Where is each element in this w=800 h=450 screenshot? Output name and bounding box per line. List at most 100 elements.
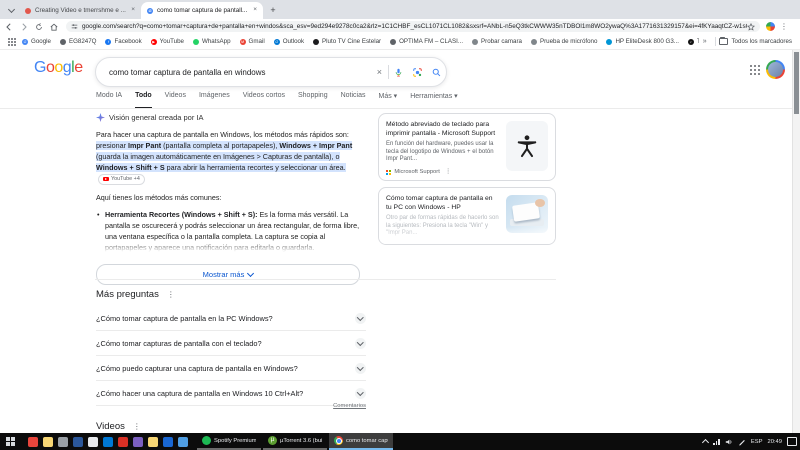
feedback-link[interactable]: Comentarios bbox=[96, 403, 366, 409]
pinned-app-icon[interactable] bbox=[178, 437, 188, 447]
search-input[interactable] bbox=[96, 68, 371, 77]
source-card[interactable]: Cómo tomar captura de pantalla en tu PC … bbox=[378, 187, 556, 245]
new-tab-button[interactable]: + bbox=[267, 4, 279, 16]
profile-avatar[interactable] bbox=[766, 60, 785, 79]
all-bookmarks-button[interactable]: Todos los marcadores bbox=[719, 38, 792, 45]
google-apps-icon[interactable] bbox=[750, 65, 760, 75]
bookmark-item[interactable]: OPTIMA FM – CLASI... bbox=[390, 38, 463, 45]
search-nav-tab[interactable]: Imágenes bbox=[199, 92, 230, 109]
page-scrollbar[interactable] bbox=[792, 50, 800, 433]
clear-icon[interactable]: × bbox=[371, 67, 388, 77]
volume-icon[interactable] bbox=[725, 438, 733, 446]
extension-icon[interactable] bbox=[766, 22, 775, 31]
pinned-app-icon[interactable] bbox=[43, 437, 53, 447]
bookmarks-overflow-icon[interactable]: » bbox=[699, 38, 711, 45]
bookmark-favicon: O bbox=[274, 39, 280, 45]
spotify-icon bbox=[202, 436, 211, 445]
bookmark-label: Pluto TV Cine Estelar bbox=[322, 38, 381, 45]
bookmark-item[interactable]: Prueba de micrófono bbox=[531, 38, 597, 45]
bookmark-item[interactable]: f Facebook bbox=[105, 38, 141, 45]
reload-icon[interactable] bbox=[33, 21, 45, 33]
scrollbar-thumb[interactable] bbox=[794, 52, 799, 114]
paa-question-row[interactable]: ¿Cómo tomar capturas de pantalla con el … bbox=[96, 331, 366, 356]
search-nav-tab[interactable]: Más ▾ bbox=[379, 92, 398, 109]
card-thumbnail[interactable] bbox=[506, 121, 548, 171]
videos-menu-icon[interactable]: ⋮ bbox=[133, 423, 141, 431]
expand-chevron-icon[interactable] bbox=[355, 313, 366, 324]
accessibility-person-icon bbox=[516, 134, 538, 158]
forward-icon[interactable] bbox=[18, 21, 30, 33]
apps-grid-icon[interactable] bbox=[8, 38, 16, 46]
action-center-icon[interactable] bbox=[787, 437, 797, 446]
home-icon[interactable] bbox=[48, 21, 60, 33]
source-card[interactable]: Método abreviado de teclado para imprimi… bbox=[378, 113, 556, 181]
tray-expand-icon[interactable] bbox=[702, 439, 709, 446]
browser-toolbar: google.com/search?q=como+tomar+captura+d… bbox=[0, 19, 800, 34]
lens-icon[interactable] bbox=[413, 68, 422, 77]
card-title[interactable]: Método abreviado de teclado para imprimi… bbox=[386, 121, 500, 138]
bookmark-item[interactable]: EG8247Q bbox=[60, 38, 97, 45]
back-icon[interactable] bbox=[3, 21, 15, 33]
paa-question-row[interactable]: ¿Cómo puedo capturar una captura de pant… bbox=[96, 356, 366, 381]
source-chip[interactable]: YouTube +4 bbox=[98, 174, 145, 185]
pinned-app-icon[interactable] bbox=[163, 437, 173, 447]
search-nav-tab[interactable]: Shopping bbox=[298, 92, 328, 109]
paa-menu-icon[interactable]: ⋮ bbox=[167, 291, 175, 299]
language-indicator[interactable]: ESP bbox=[751, 439, 763, 445]
expand-chevron-icon[interactable] bbox=[355, 363, 366, 374]
bookmark-favicon: ▶ bbox=[151, 39, 157, 45]
pinned-app-icon[interactable] bbox=[73, 437, 83, 447]
pinned-app-icon[interactable] bbox=[148, 437, 158, 447]
taskbar-button-chrome[interactable]: como tomar captura... bbox=[329, 433, 393, 450]
pinned-app-icon[interactable] bbox=[103, 437, 113, 447]
bookmark-item[interactable]: O Outlook bbox=[274, 38, 304, 45]
bookmark-item[interactable]: ♪ TikTok bbox=[688, 38, 699, 45]
search-nav-tab[interactable]: Noticias bbox=[341, 92, 366, 109]
search-nav-tab[interactable]: Herramientas ▾ bbox=[410, 92, 457, 109]
pinned-app-icon[interactable] bbox=[28, 437, 38, 447]
pen-icon[interactable] bbox=[738, 438, 746, 446]
browser-tab[interactable]: Creating Video e tmerrshme e ... × bbox=[19, 2, 141, 19]
expand-chevron-icon[interactable] bbox=[355, 338, 366, 349]
pinned-app-icon[interactable] bbox=[118, 437, 128, 447]
search-nav-tab[interactable]: Videos cortos bbox=[243, 92, 285, 109]
bookmark-label: YouTube bbox=[160, 38, 184, 45]
network-icon[interactable] bbox=[713, 439, 720, 445]
tab-close-icon[interactable]: × bbox=[253, 7, 257, 14]
bookmark-item[interactable]: G Google bbox=[22, 38, 51, 45]
pinned-app-icon[interactable] bbox=[58, 437, 68, 447]
bookmark-item[interactable]: M Gmail bbox=[240, 38, 265, 45]
show-more-button[interactable]: Mostrar más bbox=[96, 264, 360, 285]
expand-chevron-icon[interactable] bbox=[355, 388, 366, 399]
pinned-app-icon[interactable] bbox=[88, 437, 98, 447]
card-menu-icon[interactable]: ⋮ bbox=[445, 169, 452, 176]
bookmark-item[interactable]: WhatsApp bbox=[193, 38, 231, 45]
browser-tab[interactable]: G como tomar captura de pantall... × bbox=[141, 2, 263, 19]
google-logo[interactable]: Google bbox=[34, 59, 83, 77]
search-nav-tab[interactable]: Videos bbox=[165, 92, 186, 109]
search-nav-tab[interactable]: Todo bbox=[135, 92, 152, 109]
bookmark-label: HP EliteDesk 800 G3... bbox=[615, 38, 679, 45]
utorrent-icon: µ bbox=[268, 436, 277, 445]
paa-question-row[interactable]: ¿Cómo tomar captura de pantalla en la PC… bbox=[96, 306, 366, 331]
tab-search-chevron-icon[interactable] bbox=[5, 4, 17, 16]
taskbar-button-spotify[interactable]: Spotify Premium bbox=[197, 433, 261, 450]
start-button-icon[interactable] bbox=[6, 437, 15, 446]
browser-menu-icon[interactable]: ⋮ bbox=[780, 23, 788, 31]
bookmark-item[interactable]: Pluto TV Cine Estelar bbox=[313, 38, 381, 45]
search-icon[interactable] bbox=[432, 68, 441, 77]
search-nav-tab[interactable]: Modo IA bbox=[96, 92, 122, 109]
bookmark-item[interactable]: HP EliteDesk 800 G3... bbox=[606, 38, 679, 45]
pinned-app-icon[interactable] bbox=[133, 437, 143, 447]
taskbar-button-utorrent[interactable]: µ µTorrent 3.6 (build 4... bbox=[263, 433, 327, 450]
mic-icon[interactable] bbox=[394, 68, 403, 77]
bookmark-favicon bbox=[472, 39, 478, 45]
clock[interactable]: 20:49 bbox=[767, 439, 782, 445]
url-bar[interactable]: google.com/search?q=como+tomar+captura+d… bbox=[66, 21, 760, 32]
bookmark-item[interactable]: Probar camara bbox=[472, 38, 522, 45]
bookmark-star-icon[interactable] bbox=[747, 23, 755, 31]
tab-close-icon[interactable]: × bbox=[131, 7, 135, 14]
search-box[interactable]: × bbox=[95, 57, 447, 87]
bookmark-item[interactable]: ▶ YouTube bbox=[151, 38, 184, 45]
card-title[interactable]: Cómo tomar captura de pantalla en tu PC … bbox=[386, 195, 500, 212]
